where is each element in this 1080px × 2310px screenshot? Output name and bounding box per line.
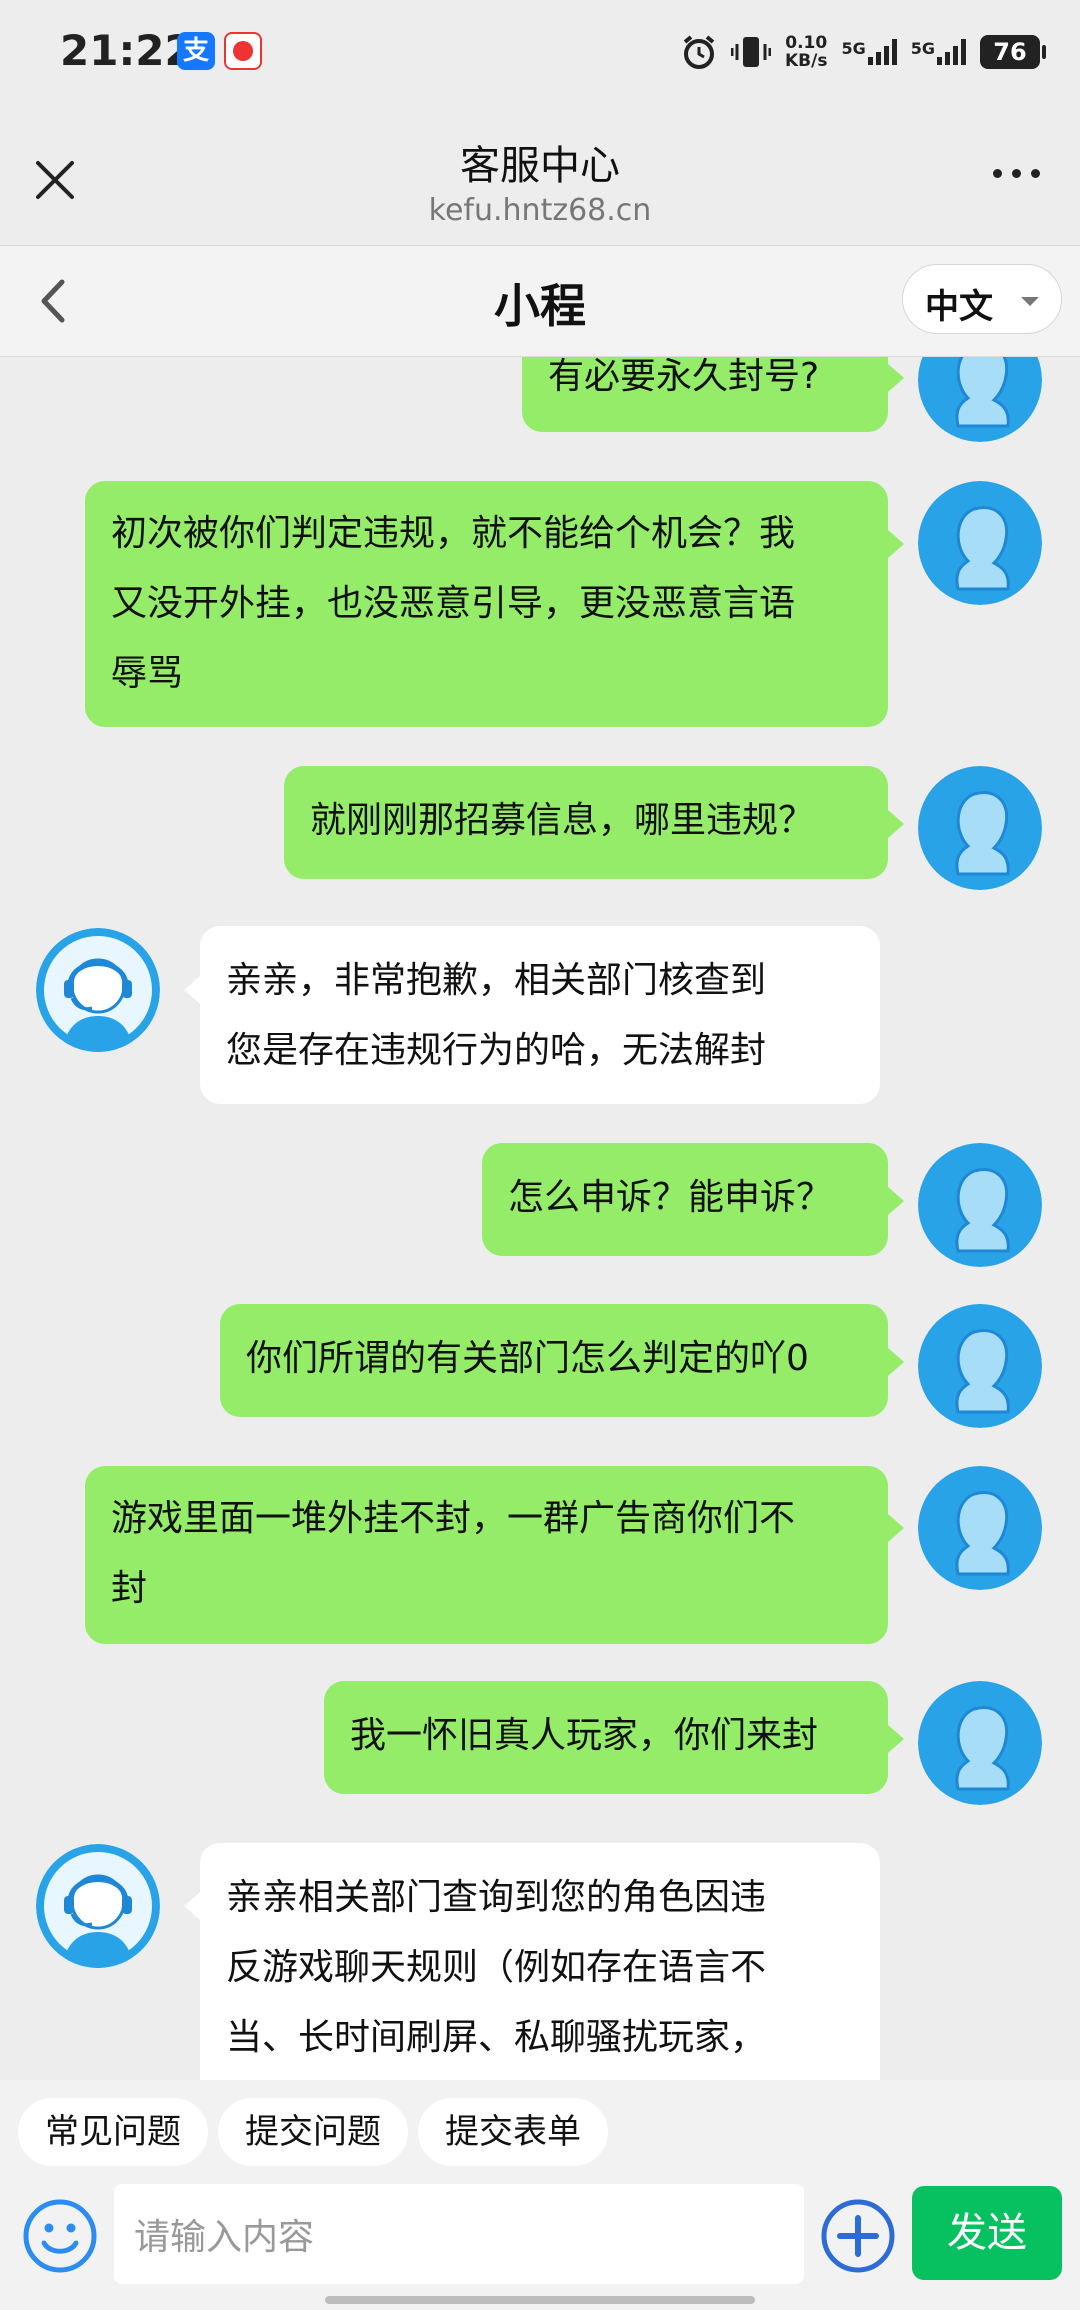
signal-sim1: 5G	[841, 39, 897, 65]
message-bubble: 初次被你们判定违规，就不能给个机会？我 又没开外挂，也没恶意引导，更没恶意言语 …	[85, 481, 888, 727]
user-avatar-icon	[918, 766, 1042, 890]
page-title: 客服中心	[460, 143, 620, 189]
signal-bars-icon	[867, 39, 897, 65]
alarm-icon	[683, 35, 715, 69]
vibrate-icon	[731, 37, 771, 67]
quick-action-faq[interactable]: 常见问题	[18, 2098, 208, 2166]
send-button[interactable]: 发送	[912, 2186, 1062, 2280]
user-avatar-icon	[918, 1304, 1042, 1428]
agent-avatar-icon	[36, 1844, 160, 1968]
message-bubble: 亲亲相关部门查询到您的角色因违 反游戏聊天规则（例如存在语言不 当、长时间刷屏、…	[200, 1843, 880, 2080]
webview-title-bar: 客服中心 kefu.hntz68.cn	[0, 105, 1080, 246]
emoji-icon[interactable]	[22, 2198, 98, 2274]
message-bubble: 就刚刚那招募信息，哪里违规？	[284, 766, 888, 879]
status-bar: 21:22 支 0.10 KB/s 5G 5G 76	[0, 0, 1080, 105]
page-url: kefu.hntz68.cn	[428, 193, 652, 228]
user-avatar-icon	[918, 1143, 1042, 1267]
plus-icon[interactable]	[820, 2198, 896, 2274]
quick-action-submit-form[interactable]: 提交表单	[418, 2098, 608, 2166]
message-bubble: 你们所谓的有关部门怎么判定的吖0	[220, 1304, 888, 1417]
app-notification-icon	[224, 32, 262, 70]
message-bubble: 怎么申诉？能申诉？	[482, 1143, 888, 1256]
composer-bar: 请输入内容 发送	[0, 2180, 1080, 2310]
more-icon[interactable]	[993, 169, 1040, 178]
quick-action-submit-question[interactable]: 提交问题	[218, 2098, 408, 2166]
message-list[interactable]: 有必要永久封号? 初次被你们判定违规，就不能给个机会？我 又没开外挂，也没恶意引…	[0, 357, 1080, 2080]
message-bubble: 有必要永久封号?	[522, 357, 888, 432]
user-avatar-icon	[918, 357, 1042, 442]
signal-bars-icon	[937, 39, 966, 65]
network-speed: 0.10 KB/s	[785, 33, 828, 71]
user-avatar-icon	[918, 481, 1042, 605]
message-bubble: 亲亲，非常抱歉，相关部门核查到 您是存在违规行为的哈，无法解封	[200, 926, 880, 1104]
user-avatar-icon	[918, 1466, 1042, 1590]
message-bubble: 我一怀旧真人玩家，你们来封	[324, 1681, 888, 1794]
signal-sim2: 5G	[911, 39, 966, 65]
caret-down-icon	[1021, 297, 1039, 306]
chat-header: 小程 中文	[0, 246, 1080, 357]
home-indicator[interactable]	[325, 2296, 755, 2304]
alipay-notification-icon: 支	[177, 32, 215, 70]
user-avatar-icon	[918, 1681, 1042, 1805]
status-indicators: 0.10 KB/s 5G 5G 76	[681, 30, 1046, 74]
language-select[interactable]: 中文	[902, 264, 1062, 334]
message-input-placeholder: 请输入内容	[134, 2217, 315, 2258]
agent-avatar-icon	[36, 928, 160, 1052]
language-label: 中文	[925, 287, 993, 327]
message-input[interactable]: 请输入内容	[114, 2184, 804, 2284]
battery-indicator: 76	[980, 35, 1046, 69]
message-bubble: 游戏里面一堆外挂不封，一群广告商你们不 封	[85, 1466, 888, 1644]
quick-actions-bar: 常见问题 提交问题 提交表单	[0, 2080, 1080, 2180]
status-time: 21:22	[60, 26, 194, 75]
